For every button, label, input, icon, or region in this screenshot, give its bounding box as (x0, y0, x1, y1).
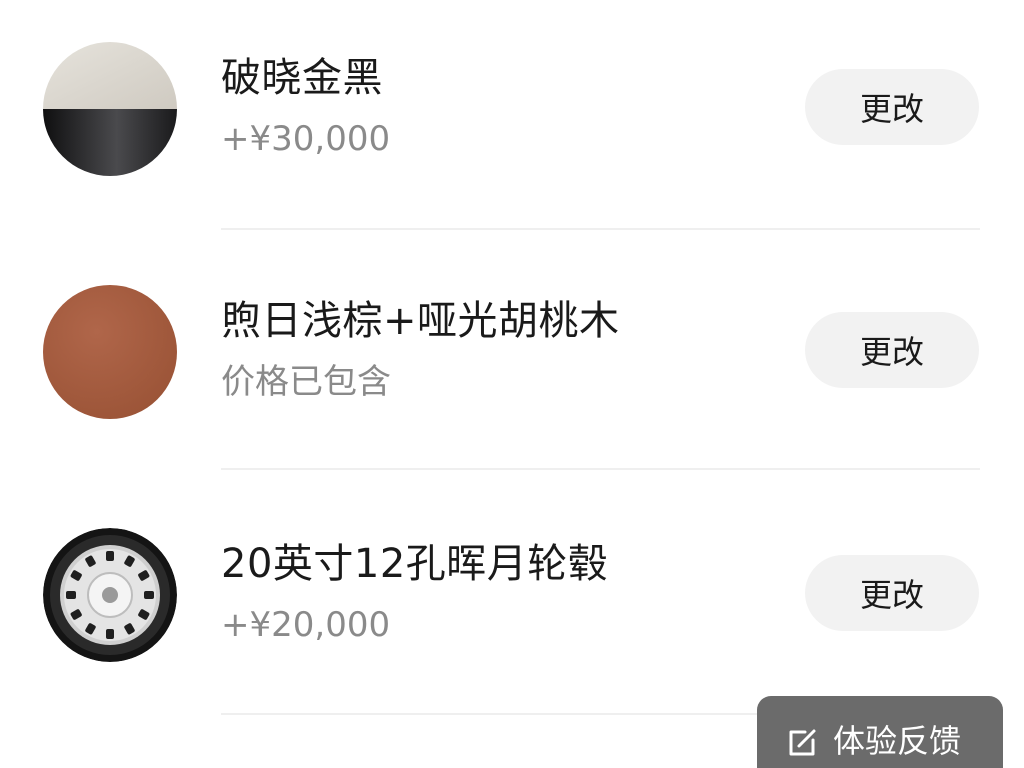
change-exterior-color-button[interactable]: 更改 (805, 69, 979, 145)
wheel-icon (43, 528, 177, 662)
change-wheels-button[interactable]: 更改 (805, 555, 979, 631)
edit-note-icon (783, 722, 821, 760)
option-price: +¥20,000 (221, 605, 391, 645)
option-title: 20英寸12孔晖月轮毂 (221, 541, 609, 587)
exterior-color-swatch (43, 42, 177, 176)
option-row-interior: 煦日浅棕+哑光胡桃木 价格已包含 更改 (0, 251, 1024, 451)
option-title: 煦日浅棕+哑光胡桃木 (221, 298, 620, 344)
option-price: +¥30,000 (221, 119, 391, 159)
interior-color-swatch (43, 285, 177, 419)
option-row-wheels: 20英寸12孔晖月轮毂 +¥20,000 更改 (0, 494, 1024, 694)
feedback-button[interactable]: 体验反馈 (757, 696, 1003, 768)
config-summary-page: 破晓金黑 +¥30,000 更改 煦日浅棕+哑光胡桃木 价格已包含 更改 20英… (0, 0, 1024, 768)
divider (221, 468, 980, 470)
change-interior-button[interactable]: 更改 (805, 312, 979, 388)
feedback-label: 体验反馈 (833, 722, 962, 760)
option-row-exterior-color: 破晓金黑 +¥30,000 更改 (0, 8, 1024, 208)
option-title: 破晓金黑 (221, 55, 383, 101)
option-price-note: 价格已包含 (221, 362, 391, 402)
divider (221, 228, 980, 230)
